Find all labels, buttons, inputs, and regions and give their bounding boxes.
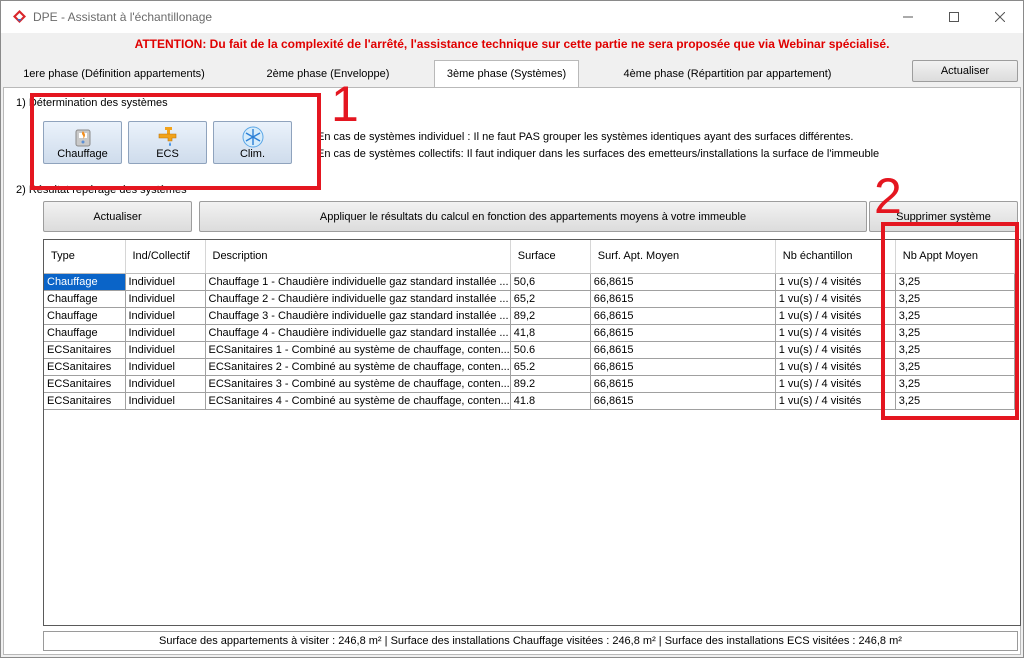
cell-description[interactable]: Chauffage 2 - Chaudière individuelle gaz… [205, 290, 511, 308]
table-row[interactable]: ECSanitaires Individuel ECSanitaires 3 -… [44, 375, 1015, 393]
cell-surface[interactable]: 41,8 [510, 324, 591, 342]
cell-surf-apt-moyen[interactable]: 66,8615 [590, 324, 776, 342]
annotation-box-1 [30, 93, 321, 190]
cell-description[interactable]: Chauffage 3 - Chaudière individuelle gaz… [205, 307, 511, 325]
cell-description[interactable]: ECSanitaires 2 - Combiné au système de c… [205, 358, 511, 376]
close-icon[interactable] [977, 1, 1023, 33]
cell-ind-collectif[interactable]: Individuel [125, 392, 206, 410]
cell-type[interactable]: ECSanitaires [44, 392, 126, 410]
systems-grid[interactable]: Type Ind/Collectif Description Surface S… [43, 239, 1021, 626]
title-bar: DPE - Assistant à l'échantillonage [1, 1, 1023, 33]
cell-type[interactable]: Chauffage [44, 273, 126, 291]
col-header-type[interactable]: Type [44, 240, 126, 274]
maximize-icon[interactable] [931, 1, 977, 33]
cell-surf-apt-moyen[interactable]: 66,8615 [590, 273, 776, 291]
cell-surface[interactable]: 89.2 [510, 375, 591, 393]
appliquer-button[interactable]: Appliquer le résultats du calcul en fonc… [199, 201, 867, 232]
minimize-icon[interactable] [885, 1, 931, 33]
app-window: DPE - Assistant à l'échantillonage ATTEN… [0, 0, 1024, 658]
cell-surface[interactable]: 50,6 [510, 273, 591, 291]
cell-nb-echantillon[interactable]: 1 vu(s) / 4 visités [775, 392, 896, 410]
cell-nb-echantillon[interactable]: 1 vu(s) / 4 visités [775, 307, 896, 325]
attention-banner: ATTENTION: Du fait de la complexité de l… [134, 37, 890, 51]
table-row[interactable]: ECSanitaires Individuel ECSanitaires 1 -… [44, 341, 1015, 359]
table-row[interactable]: Chauffage Individuel Chauffage 4 - Chaud… [44, 324, 1015, 342]
info-collectifs: En cas de systèmes collectifs: Il faut i… [317, 148, 880, 160]
cell-surface[interactable]: 50.6 [510, 341, 591, 359]
cell-type[interactable]: ECSanitaires [44, 375, 126, 393]
cell-ind-collectif[interactable]: Individuel [125, 307, 206, 325]
cell-ind-collectif[interactable]: Individuel [125, 273, 206, 291]
tab-phase-2[interactable]: 2ème phase (Enveloppe) [253, 62, 403, 86]
cell-type[interactable]: ECSanitaires [44, 341, 126, 359]
cell-description[interactable]: ECSanitaires 1 - Combiné au système de c… [205, 341, 511, 359]
cell-nb-echantillon[interactable]: 1 vu(s) / 4 visités [775, 273, 896, 291]
table-row[interactable]: ECSanitaires Individuel ECSanitaires 4 -… [44, 392, 1015, 410]
cell-surf-apt-moyen[interactable]: 66,8615 [590, 375, 776, 393]
cell-nb-echantillon[interactable]: 1 vu(s) / 4 visités [775, 324, 896, 342]
cell-surface[interactable]: 65,2 [510, 290, 591, 308]
cell-type[interactable]: Chauffage [44, 307, 126, 325]
annotation-number-1: 1 [331, 76, 359, 132]
cell-surface[interactable]: 41.8 [510, 392, 591, 410]
cell-description[interactable]: Chauffage 1 - Chaudière individuelle gaz… [205, 273, 511, 291]
cell-surface[interactable]: 89,2 [510, 307, 591, 325]
cell-ind-collectif[interactable]: Individuel [125, 375, 206, 393]
table-row[interactable]: Chauffage Individuel Chauffage 1 - Chaud… [44, 273, 1015, 291]
table-row[interactable]: Chauffage Individuel Chauffage 3 - Chaud… [44, 307, 1015, 325]
table-row[interactable]: ECSanitaires Individuel ECSanitaires 2 -… [44, 358, 1015, 376]
grid-header-row: Type Ind/Collectif Description Surface S… [44, 240, 1015, 274]
annotation-number-2: 2 [874, 168, 902, 224]
table-row[interactable]: Chauffage Individuel Chauffage 2 - Chaud… [44, 290, 1015, 308]
cell-ind-collectif[interactable]: Individuel [125, 324, 206, 342]
cell-ind-collectif[interactable]: Individuel [125, 290, 206, 308]
app-logo-icon [13, 10, 26, 23]
cell-type[interactable]: ECSanitaires [44, 358, 126, 376]
col-header-nb-echantillon[interactable]: Nb échantillon [775, 240, 896, 274]
cell-ind-collectif[interactable]: Individuel [125, 341, 206, 359]
annotation-box-2 [881, 222, 1019, 420]
window-title: DPE - Assistant à l'échantillonage [33, 10, 213, 24]
cell-nb-echantillon[interactable]: 1 vu(s) / 4 visités [775, 341, 896, 359]
cell-nb-echantillon[interactable]: 1 vu(s) / 4 visités [775, 358, 896, 376]
tab-bar: 1ere phase (Définition appartements) 2èm… [1, 60, 1023, 88]
actualiser-button[interactable]: Actualiser [43, 201, 192, 232]
cell-nb-echantillon[interactable]: 1 vu(s) / 4 visités [775, 290, 896, 308]
systems-table: Type Ind/Collectif Description Surface S… [44, 240, 1015, 410]
cell-type[interactable]: Chauffage [44, 290, 126, 308]
col-header-ind-collectif[interactable]: Ind/Collectif [125, 240, 206, 274]
status-bar: Surface des appartements à visiter : 246… [43, 631, 1018, 651]
cell-ind-collectif[interactable]: Individuel [125, 358, 206, 376]
tab-phase-3[interactable]: 3ème phase (Systèmes) [434, 60, 579, 87]
cell-surface[interactable]: 65.2 [510, 358, 591, 376]
top-actualiser-button[interactable]: Actualiser [912, 60, 1018, 82]
tab-phase-1[interactable]: 1ere phase (Définition appartements) [7, 62, 221, 86]
cell-surf-apt-moyen[interactable]: 66,8615 [590, 290, 776, 308]
cell-description[interactable]: ECSanitaires 3 - Combiné au système de c… [205, 375, 511, 393]
cell-surf-apt-moyen[interactable]: 66,8615 [590, 307, 776, 325]
col-header-surf-apt-moyen[interactable]: Surf. Apt. Moyen [590, 240, 776, 274]
col-header-surface[interactable]: Surface [510, 240, 591, 274]
col-header-description[interactable]: Description [205, 240, 511, 274]
cell-surf-apt-moyen[interactable]: 66,8615 [590, 358, 776, 376]
info-individuel: En cas de systèmes individuel : Il ne fa… [317, 131, 854, 143]
cell-surf-apt-moyen[interactable]: 66,8615 [590, 341, 776, 359]
cell-type[interactable]: Chauffage [44, 324, 126, 342]
cell-surf-apt-moyen[interactable]: 66,8615 [590, 392, 776, 410]
cell-nb-echantillon[interactable]: 1 vu(s) / 4 visités [775, 375, 896, 393]
cell-description[interactable]: ECSanitaires 4 - Combiné au système de c… [205, 392, 511, 410]
cell-description[interactable]: Chauffage 4 - Chaudière individuelle gaz… [205, 324, 511, 342]
tab-phase-4[interactable]: 4ème phase (Répartition par appartement) [611, 62, 844, 86]
